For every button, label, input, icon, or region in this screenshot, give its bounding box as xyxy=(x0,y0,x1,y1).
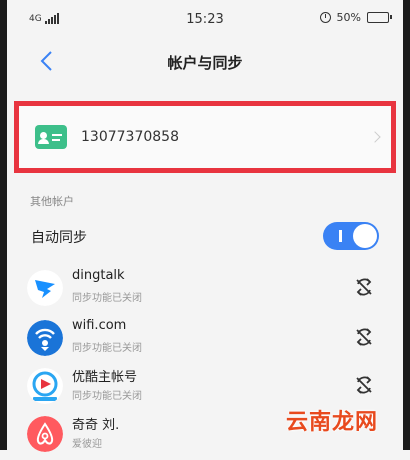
account-name: wifi.com xyxy=(72,318,127,333)
alarm-icon xyxy=(319,12,331,23)
sync-off-icon xyxy=(356,376,372,394)
account-name: 奇奇 刘. xyxy=(72,418,120,433)
phone-bezel-left xyxy=(0,0,7,450)
battery-icon xyxy=(367,12,392,23)
airbnb-icon xyxy=(27,416,63,452)
youku-icon xyxy=(27,368,63,404)
auto-sync-toggle[interactable] xyxy=(323,222,379,250)
primary-account-card[interactable]: 13077370858 xyxy=(14,101,396,173)
wifi-icon xyxy=(27,320,63,356)
account-name: dingtalk xyxy=(72,268,125,283)
battery-percent: 50% xyxy=(336,11,361,24)
auto-sync-label: 自动同步 xyxy=(31,230,87,246)
status-bar: 4G 15:23 50% xyxy=(7,0,403,40)
dingtalk-icon xyxy=(27,270,63,306)
watermark-text: 云南龙网 xyxy=(285,410,378,435)
page-title: 帐户与同步 xyxy=(167,54,243,72)
section-label-other-accounts: 其他帐户 xyxy=(30,195,74,208)
status-right: 50% xyxy=(319,11,392,24)
account-phone: 13077370858 xyxy=(81,129,179,145)
nav-bar: 帐户与同步 xyxy=(7,40,403,82)
phone-bezel-right xyxy=(403,0,410,450)
contact-card-icon xyxy=(35,125,67,149)
chevron-right-icon xyxy=(369,131,381,143)
sync-disabled-button[interactable] xyxy=(351,274,377,300)
account-status: 同步功能已关闭 xyxy=(72,293,142,304)
account-status: 同步功能已关闭 xyxy=(72,343,142,354)
auto-sync-row: 自动同步 xyxy=(7,218,403,256)
account-status: 爱彼迎 xyxy=(72,439,102,450)
sync-off-icon xyxy=(356,278,372,296)
account-status: 同步功能已关闭 xyxy=(72,391,142,402)
account-name: 优酷主帐号 xyxy=(72,370,138,385)
account-row-wifi[interactable]: wifi.com 同步功能已关闭 xyxy=(7,312,403,364)
primary-account-row[interactable]: 13077370858 xyxy=(29,113,381,161)
sync-off-icon xyxy=(356,328,372,346)
account-row-dingtalk[interactable]: dingtalk 同步功能已关闭 xyxy=(7,262,403,314)
sync-disabled-button[interactable] xyxy=(351,324,377,350)
sync-disabled-button[interactable] xyxy=(351,372,377,398)
